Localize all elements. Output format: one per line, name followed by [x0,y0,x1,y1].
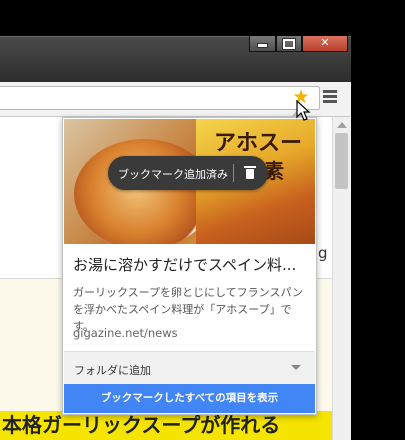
bookmark-url: gigazine.net/news [73,326,178,340]
hamburger-line [323,100,337,103]
page-text-fragment: g [318,244,328,262]
close-icon: ✕ [320,36,330,49]
bookmark-added-toast: ブックマーク追加済み [108,156,268,190]
delete-bookmark-button[interactable] [244,166,256,179]
bookmark-title[interactable]: お湯に溶かすだけでスペイン料... [73,254,296,275]
close-button[interactable]: ✕ [302,36,348,52]
trash-icon-body [246,169,254,179]
scroll-up-arrow-icon[interactable] [337,122,347,128]
desktop-background-right [351,36,405,440]
hamburger-line [323,95,337,98]
minimize-button[interactable] [249,36,276,52]
desktop-background [0,0,405,36]
soup-bowl-image [74,139,214,244]
chevron-down-icon [291,365,301,370]
vertical-scrollbar[interactable] [332,117,351,440]
mouse-cursor-icon [296,100,311,121]
scrollbar-thumb[interactable] [335,133,348,189]
trash-icon [244,166,256,168]
minimize-icon [257,43,268,48]
folder-dropdown-label: フォルダに追加 [74,364,151,377]
toast-label: ブックマーク追加済み [118,168,228,181]
hamburger-menu-icon [323,90,337,93]
page-headline: 本格ガーリックスープが作れる [0,411,332,440]
address-bar[interactable] [0,86,320,110]
toast-separator [233,164,234,182]
chrome-menu-button[interactable] [323,90,337,104]
show-all-bookmarks-button[interactable]: ブックマークしたすべての項目を表示 [64,384,315,413]
maximize-icon [282,38,296,50]
maximize-button[interactable] [276,36,302,52]
add-to-folder-dropdown[interactable]: フォルダに追加 [64,351,315,384]
